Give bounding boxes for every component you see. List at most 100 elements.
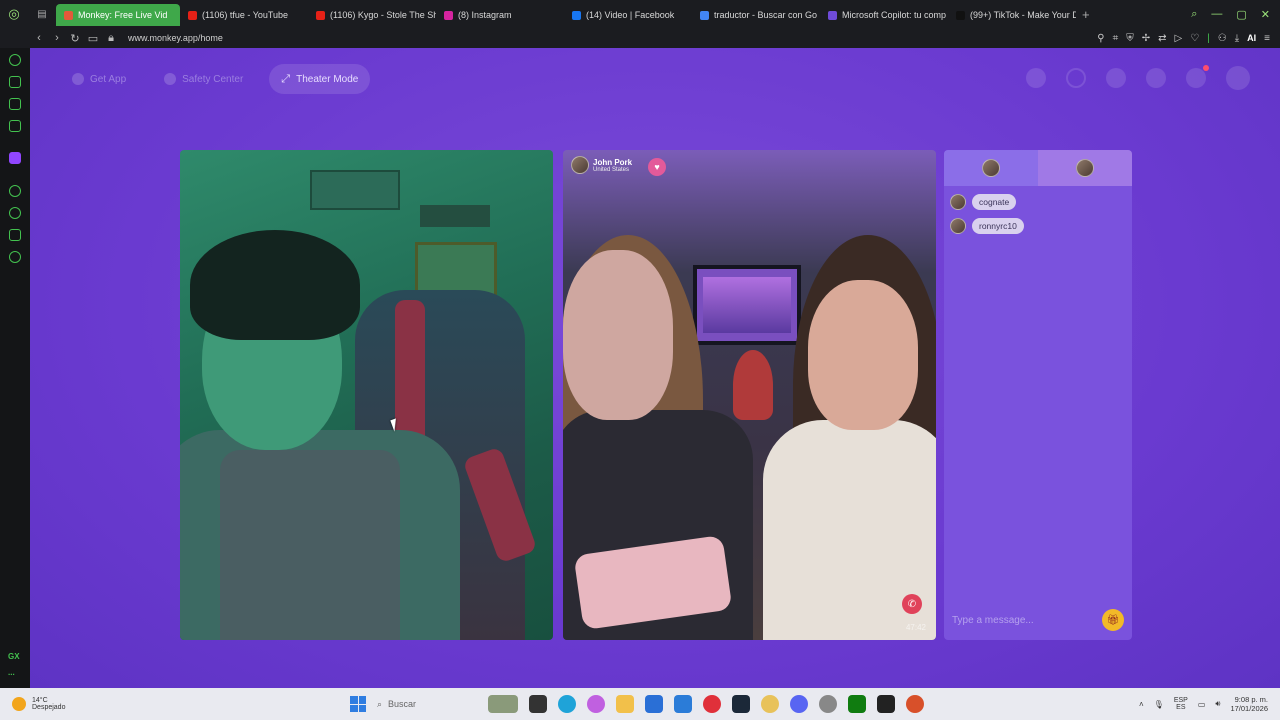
taskbar-search[interactable]: ⌕ Buscar bbox=[377, 699, 477, 710]
task-view-icon[interactable] bbox=[529, 695, 547, 713]
safety-center-button[interactable]: Safety Center bbox=[152, 64, 255, 94]
gift-icon[interactable]: 🎁︎ bbox=[1102, 609, 1124, 631]
terminal-icon[interactable] bbox=[877, 695, 895, 713]
theater-mode-button[interactable]: ⤢ Theater Mode bbox=[269, 64, 371, 94]
safety-icon bbox=[164, 73, 177, 85]
keyboard-layout: ES bbox=[1176, 704, 1186, 711]
volume-icon[interactable]: 🔊︎ bbox=[1215, 699, 1220, 709]
tab-favicon-icon bbox=[572, 10, 581, 20]
windows-start-icon[interactable] bbox=[350, 696, 366, 712]
search-icon[interactable] bbox=[1066, 68, 1086, 88]
chat-panel: cognate ronnyrc10 🎁︎ bbox=[944, 150, 1132, 640]
wall-sign bbox=[420, 205, 490, 227]
remote-user-chip[interactable]: John Pork United States bbox=[571, 156, 632, 174]
settings-icon[interactable] bbox=[9, 251, 21, 263]
menu-icon[interactable]: ≡ bbox=[1264, 33, 1270, 44]
get-app-button[interactable]: Get App bbox=[60, 64, 138, 94]
language-indicator[interactable]: ESP ES bbox=[1174, 697, 1188, 711]
person-hair bbox=[190, 230, 360, 340]
pin-icon[interactable]: ⚲ bbox=[1097, 33, 1104, 44]
back-icon[interactable]: ‹ bbox=[30, 32, 48, 44]
account-icon[interactable]: ⚇ bbox=[1218, 33, 1227, 44]
gx-corner-label[interactable]: GX bbox=[8, 652, 20, 661]
profile-avatar[interactable] bbox=[1226, 66, 1250, 90]
window-controls: ⌕ — ▢ ✕ bbox=[1191, 8, 1280, 21]
edge-icon[interactable] bbox=[558, 695, 576, 713]
forward-icon[interactable]: › bbox=[48, 32, 66, 44]
shop-icon[interactable] bbox=[1026, 68, 1046, 88]
browser-tab[interactable]: (8) Instagram bbox=[436, 4, 564, 26]
steam-icon[interactable] bbox=[732, 695, 750, 713]
chevron-up-icon[interactable]: ˄ bbox=[1139, 700, 1144, 709]
tab-menu-icon[interactable]: ▤ bbox=[28, 0, 56, 28]
camera-icon[interactable]: ▭ bbox=[84, 32, 102, 45]
refresh-sidebar-icon[interactable] bbox=[9, 54, 21, 66]
xbox-icon[interactable] bbox=[848, 695, 866, 713]
browser-tab[interactable]: (14) Video | Facebook bbox=[564, 4, 692, 26]
game-launcher-icon[interactable] bbox=[906, 695, 924, 713]
messages-icon[interactable] bbox=[1186, 65, 1209, 88]
reload-icon[interactable]: ↻ bbox=[66, 32, 84, 45]
weather-widget[interactable]: 14°C Despejado bbox=[0, 697, 200, 711]
copilot-icon[interactable] bbox=[587, 695, 605, 713]
translate-icon[interactable]: ⇄ bbox=[1158, 33, 1166, 44]
tab-local-user[interactable] bbox=[944, 150, 1038, 186]
ai-button[interactable]: AI bbox=[1247, 33, 1256, 43]
download-icon[interactable]: ⤓ bbox=[1235, 33, 1239, 44]
discord-icon[interactable] bbox=[790, 695, 808, 713]
twitch-icon[interactable] bbox=[9, 152, 21, 164]
network-icon[interactable]: ▭ bbox=[1198, 700, 1206, 709]
shield-icon[interactable]: ⛨ bbox=[1126, 33, 1134, 44]
friends-icon[interactable] bbox=[1106, 68, 1126, 88]
minimize-icon[interactable]: — bbox=[1211, 8, 1222, 20]
gift-badge-icon[interactable]: ♥ bbox=[648, 158, 666, 176]
extensions-icon[interactable] bbox=[9, 229, 21, 241]
local-video bbox=[180, 150, 553, 640]
notification-dot bbox=[1203, 65, 1209, 71]
chrome-icon[interactable] bbox=[761, 695, 779, 713]
snapshot-icon[interactable]: ⌗ bbox=[1113, 33, 1119, 44]
player-icon[interactable] bbox=[9, 185, 21, 197]
maximize-icon[interactable]: ▢ bbox=[1236, 8, 1246, 21]
gaming-icon[interactable] bbox=[9, 76, 21, 88]
avatar bbox=[950, 194, 966, 210]
outlook-icon[interactable] bbox=[674, 695, 692, 713]
heart-icon[interactable]: ♡ bbox=[1190, 33, 1199, 44]
tab-label: Monkey: Free Live Vid bbox=[78, 10, 168, 20]
opera-gx-icon[interactable] bbox=[703, 695, 721, 713]
browser-tab[interactable]: (1106) Kygo - Stole The Sh bbox=[308, 4, 436, 26]
tab-label: Microsoft Copilot: tu comp bbox=[842, 10, 947, 20]
more-icon[interactable]: ... bbox=[8, 668, 15, 677]
browser-tab[interactable]: (99+) TikTok - Make Your D bbox=[948, 4, 1076, 26]
search-icon[interactable]: ⌕ bbox=[1191, 8, 1197, 21]
history-icon[interactable] bbox=[9, 207, 21, 219]
message-input[interactable] bbox=[952, 614, 1102, 626]
browser-tab[interactable]: (1106) tfue - YouTube bbox=[180, 4, 308, 26]
time: 9:08 p. m. bbox=[1234, 695, 1268, 704]
play-icon[interactable]: ▷ bbox=[1174, 33, 1182, 44]
weather-icon bbox=[12, 697, 26, 711]
browser-tab[interactable]: traductor - Buscar con Go bbox=[692, 4, 820, 26]
widgets-icon[interactable] bbox=[488, 695, 518, 713]
settings-icon[interactable] bbox=[819, 695, 837, 713]
url-field[interactable]: www.monkey.app/home bbox=[128, 33, 223, 43]
tab-remote-user[interactable] bbox=[1038, 150, 1132, 186]
hang-up-button[interactable]: ✆ bbox=[902, 594, 922, 614]
opera-gx-logo-icon[interactable]: ◎ bbox=[0, 0, 28, 28]
browser-tab[interactable]: Monkey: Free Live Vid bbox=[56, 4, 180, 26]
speed-dial-icon[interactable] bbox=[9, 98, 21, 110]
vpn-icon[interactable]: ✢ bbox=[1142, 33, 1150, 44]
history-clock-icon[interactable] bbox=[1146, 68, 1166, 88]
tab-label: (14) Video | Facebook bbox=[586, 10, 675, 20]
file-explorer-icon[interactable] bbox=[616, 695, 634, 713]
microphone-icon[interactable]: 🎙︎ bbox=[1154, 700, 1164, 709]
close-icon[interactable]: ✕ bbox=[1261, 8, 1270, 21]
chat-message-text: ronnyrc10 bbox=[972, 218, 1024, 234]
browser-tab[interactable]: Microsoft Copilot: tu comp bbox=[820, 4, 948, 26]
store-icon[interactable] bbox=[645, 695, 663, 713]
site-nav-right bbox=[1026, 65, 1250, 90]
chat-input-row: 🎁︎ bbox=[944, 600, 1132, 640]
clock[interactable]: 9:08 p. m. 17/01/2026 bbox=[1230, 695, 1268, 713]
messenger-icon[interactable] bbox=[9, 120, 21, 132]
new-tab-button[interactable]: + bbox=[1082, 7, 1090, 22]
